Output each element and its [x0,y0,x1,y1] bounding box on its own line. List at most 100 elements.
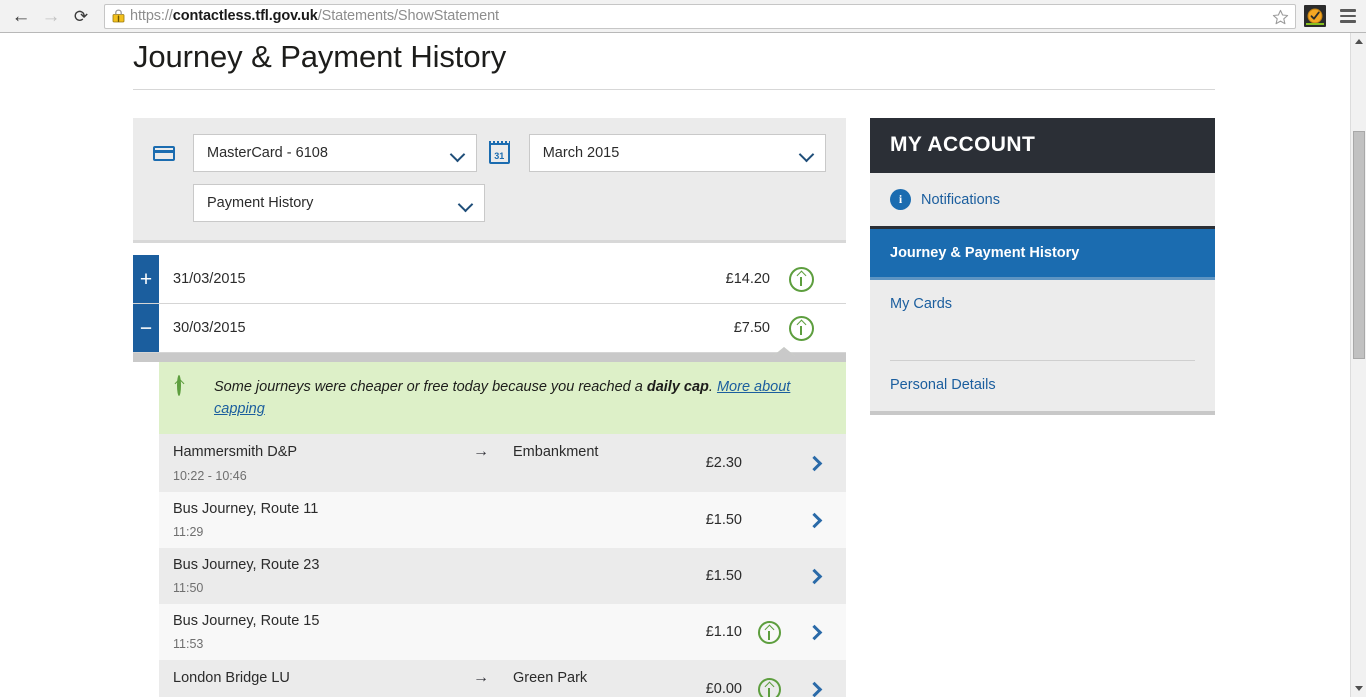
journey-info-slot [742,557,796,595]
hamburger-menu-icon[interactable] [1335,0,1361,33]
forward-arrow-icon[interactable]: → [36,0,66,33]
statement-info [770,266,832,292]
chevron-right-icon [806,681,822,697]
info-badge-icon: i [890,189,911,210]
month-select[interactable]: March 2015 [528,134,826,172]
insecure-lock-icon [112,9,125,23]
capping-notice: Some journeys were cheaper or free today… [159,362,846,434]
journey-from: Bus Journey, Route 11 [173,501,319,517]
journey-places: Bus Journey, Route 23 [173,557,646,573]
star-icon[interactable] [1272,9,1289,26]
journey-amount: £1.50 [705,568,742,584]
journey-time: 11:50 [173,581,204,595]
journey-info-slot [742,443,796,483]
journey-details: Bus Journey, Route 23 11:50 [173,557,646,595]
sidebar-item-notifications[interactable]: i Notifications [870,173,1215,229]
filter-row-primary: MasterCard - 6108 31 March 2015 [153,134,826,172]
journey-expand-button[interactable] [796,613,832,651]
journey-details: London Bridge LU → Green Park 12:40 - 12… [173,669,646,697]
journey-details: Bus Journey, Route 11 11:29 [173,501,646,539]
sidebar-divider [890,328,1195,361]
page-content: Journey & Payment History MasterCard - 6… [133,33,1215,697]
journey-from: Bus Journey, Route 15 [173,613,320,629]
back-arrow-icon[interactable]: ← [6,0,36,33]
notice-icon-column [177,375,212,396]
statement-amount: £7.50 [733,320,770,336]
sidebar-item-journey-payment-history[interactable]: Journey & Payment History [870,229,1215,280]
browser-toolbar: ← → ⟳ https://contactless.tfl.gov.uk/Sta… [0,0,1366,33]
journey-row[interactable]: Bus Journey, Route 11 11:29 £1.50 [159,492,846,548]
sidebar-nav: i Notifications Journey & Payment Histor… [870,173,1215,415]
notice-caret [773,347,795,356]
scrollbar-thumb[interactable] [1353,131,1365,359]
reload-icon[interactable]: ⟳ [66,0,96,33]
journey-details: Bus Journey, Route 15 11:53 [173,613,646,651]
capping-notice-wrapper: Some journeys were cheaper or free today… [133,347,846,434]
journey-time: 10:22 - 10:46 [173,469,247,483]
sidebar-item-label: Notifications [921,191,1000,208]
sidebar-item-personal-details[interactable]: Personal Details [870,361,1215,409]
title-divider [133,89,1215,90]
card-select[interactable]: MasterCard - 6108 [193,134,477,172]
filter-gap: 31 [477,134,529,172]
chevron-down-icon [451,149,464,157]
statement-date: 30/03/2015 [173,320,246,336]
journey-from: Bus Journey, Route 23 [173,557,320,573]
page-scrollbar[interactable] [1350,33,1366,697]
journey-row[interactable]: Bus Journey, Route 15 11:53 £1.10 [159,604,846,660]
filter-icon-placeholder [153,184,193,222]
url-domain: contactless.tfl.gov.uk [172,8,318,24]
journey-amount: £0.00 [705,681,742,697]
info-icon[interactable] [788,266,814,292]
statement-row[interactable]: + 31/03/2015 £14.20 [133,255,846,304]
arrow-right-icon: → [473,443,489,460]
notice-text: Some journeys were cheaper or free today… [212,376,828,420]
journey-places: Hammersmith D&P → Embankment [173,443,646,461]
statement-date: 31/03/2015 [173,271,246,287]
address-bar[interactable]: https://contactless.tfl.gov.uk/Statement… [104,3,1296,29]
journey-places: Bus Journey, Route 11 [173,501,646,517]
info-icon[interactable] [757,677,781,697]
journey-expand-button[interactable] [796,557,832,595]
content-columns: MasterCard - 6108 31 March 2015 Payment … [133,118,1215,697]
journey-row[interactable]: Bus Journey, Route 23 11:50 £1.50 [159,548,846,604]
chevron-down-icon [459,199,472,207]
collapse-statement-button[interactable]: − [133,304,159,352]
journey-row[interactable]: Hammersmith D&P → Embankment 10:22 - 10:… [159,434,846,492]
notice-text-before: Some journeys were cheaper or free today… [214,379,647,395]
page-title: Journey & Payment History [133,39,507,74]
info-icon[interactable] [788,315,814,341]
journey-from: Hammersmith D&P [173,444,298,460]
journey-row[interactable]: London Bridge LU → Green Park 12:40 - 12… [159,660,846,697]
journey-info-slot [742,501,796,539]
scroll-down-arrow-icon[interactable] [1351,680,1366,697]
journey-time: 11:53 [173,637,204,651]
journey-info-slot [742,613,796,651]
journey-expand-button[interactable] [796,501,832,539]
journey-details: Hammersmith D&P → Embankment 10:22 - 10:… [173,443,646,483]
statement-row-body: 31/03/2015 £14.20 [159,255,846,303]
sidebar-item-my-cards[interactable]: My Cards [870,280,1215,328]
sidebar-item-label: My Cards [890,296,953,312]
checkmark-shield-extension-icon[interactable] [1304,5,1326,27]
history-type-select[interactable]: Payment History [193,184,485,222]
journey-places: London Bridge LU → Green Park [173,669,646,687]
journey-places: Bus Journey, Route 15 [173,613,646,629]
notice-text-bold: daily cap [646,379,709,395]
statement-row[interactable]: − 30/03/2015 £7.50 [133,304,846,353]
journey-expand-button[interactable] [796,443,832,483]
month-select-value: March 2015 [542,145,620,161]
filter-panel: MasterCard - 6108 31 March 2015 Payment … [133,118,846,243]
statement-info [770,315,832,341]
chevron-right-icon [806,512,822,528]
url-path: /Statements/ShowStatement [317,8,499,24]
journey-to: Embankment [513,444,599,460]
sidebar-header: MY ACCOUNT [870,118,1215,173]
statement-amount: £14.20 [725,271,770,287]
info-icon[interactable] [757,620,781,644]
sidebar-item-label: Personal Details [890,377,996,393]
arrow-right-icon: → [473,669,489,686]
journey-expand-button[interactable] [796,669,832,697]
scroll-up-arrow-icon[interactable] [1351,33,1366,50]
expand-statement-button[interactable]: + [133,255,159,303]
